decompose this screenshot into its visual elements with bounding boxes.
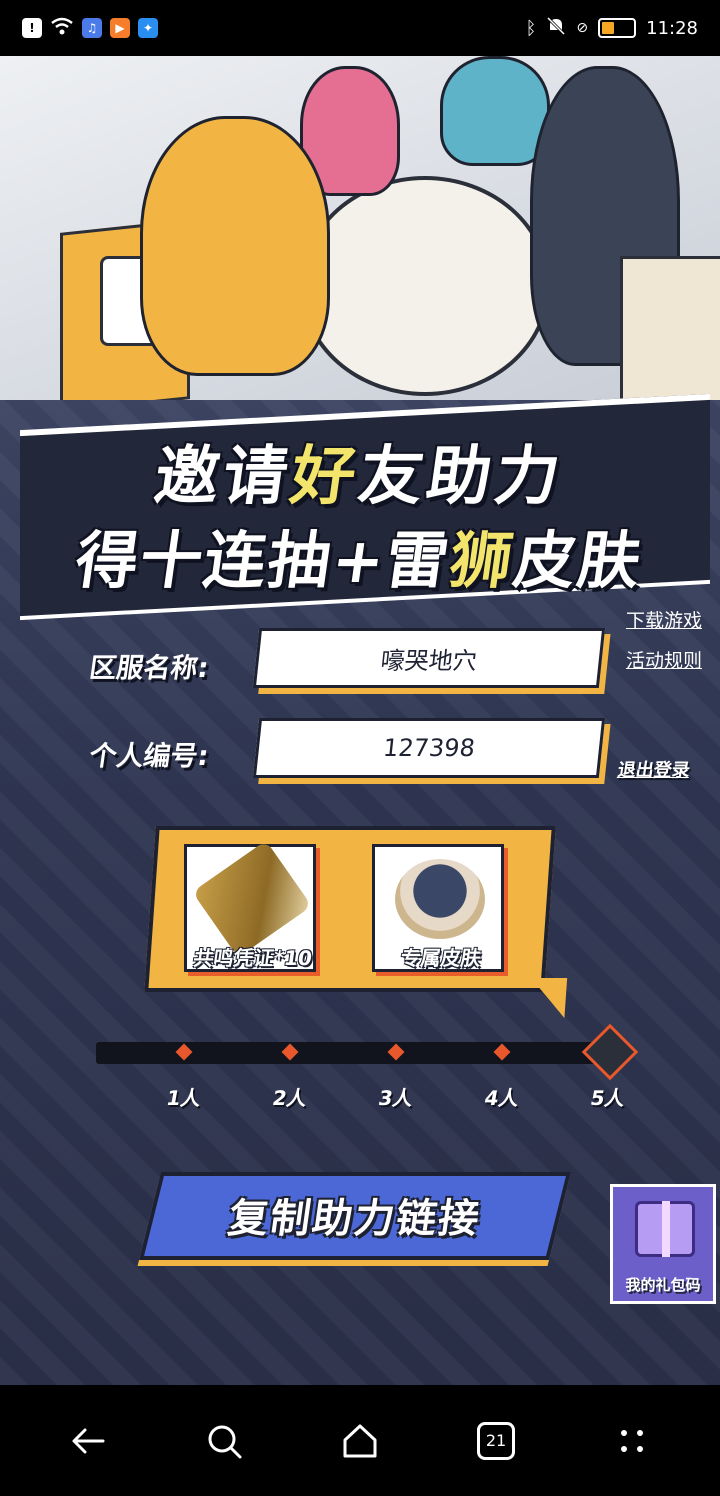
- server-field[interactable]: 嚎哭地穴: [252, 628, 606, 688]
- status-left: ! ♫ ▶ ✦: [22, 16, 158, 40]
- usb-token-icon: [192, 840, 312, 958]
- reward-item[interactable]: 共鸣凭证*10: [184, 840, 316, 972]
- battery-icon: [598, 18, 637, 38]
- status-right: ᛒ ⊘ 11:28: [526, 16, 698, 41]
- music-app-icon: ♫: [82, 18, 102, 38]
- tabs-icon: 21: [477, 1421, 515, 1460]
- personal-id-label: 个人编号:: [87, 741, 211, 772]
- status-time: 11:28: [646, 17, 698, 39]
- banner-line-1-highlight: 好: [285, 440, 365, 514]
- gift-code-button[interactable]: 我的礼包码: [610, 1184, 716, 1304]
- no-sim-icon: ⊘: [576, 20, 589, 36]
- server-label: 区服名称:: [87, 653, 211, 684]
- character-skin-icon: [395, 859, 485, 939]
- activity-rules-link[interactable]: 活动规则: [626, 646, 702, 673]
- reward-label: 共鸣凭证*10: [191, 946, 314, 970]
- tabs-button[interactable]: 21: [466, 1411, 526, 1471]
- copy-link-button-label[interactable]: 复制助力链接: [146, 1186, 564, 1244]
- banner-line-2-part-1: 得十连抽+雷: [71, 524, 456, 597]
- system-nav-bar: 21: [0, 1385, 720, 1496]
- bulb-app-icon: ✦: [138, 18, 158, 38]
- alert-icon: !: [22, 18, 42, 38]
- banner-line-1-part-1: 邀请: [149, 440, 297, 514]
- banner-line-2: 得十连抽+雷狮皮肤: [0, 510, 720, 600]
- video-app-icon: ▶: [110, 18, 130, 38]
- personal-id-value: 127398: [381, 734, 477, 762]
- banner-line-2-highlight: 狮: [445, 524, 520, 597]
- mute-icon: [546, 16, 566, 41]
- gift-box-icon: [635, 1201, 695, 1257]
- reward-item[interactable]: 专属皮肤: [372, 844, 504, 972]
- character-glasses: [440, 56, 550, 166]
- home-button[interactable]: [330, 1411, 390, 1471]
- round-table: [300, 176, 550, 396]
- back-icon: [72, 1428, 105, 1453]
- menu-icon: [621, 1429, 643, 1452]
- character-blonde: [140, 116, 330, 376]
- home-icon: [343, 1424, 377, 1457]
- gift-code-label: 我的礼包码: [625, 1276, 701, 1294]
- progress-step-label: 2人: [270, 1086, 309, 1110]
- progress-step-label: 4人: [482, 1086, 521, 1110]
- status-bar: ! ♫ ▶ ✦ ᛒ ⊘ 11:28: [0, 0, 720, 56]
- bluetooth-icon: ᛒ: [525, 17, 537, 39]
- cardboard-box-right: [620, 256, 720, 416]
- hero-illustration: [0, 56, 720, 426]
- back-button[interactable]: [58, 1411, 118, 1471]
- download-game-link[interactable]: 下载游戏: [626, 606, 702, 633]
- banner-line-2-part-2: 皮肤: [509, 524, 648, 597]
- progress-step-label: 3人: [376, 1086, 415, 1110]
- progress-track: [96, 1042, 604, 1064]
- menu-button[interactable]: [602, 1411, 662, 1471]
- progress-step-label: 1人: [164, 1086, 203, 1110]
- banner-line-1: 邀请好友助力: [0, 425, 720, 517]
- banner-line-1-part-2: 友助力: [353, 440, 569, 514]
- personal-id-field[interactable]: 127398: [252, 718, 606, 778]
- wifi-icon: [50, 16, 74, 40]
- reward-label: 专属皮肤: [399, 946, 483, 970]
- search-icon: [208, 1425, 242, 1458]
- progress-step-label: 5人: [588, 1086, 627, 1110]
- server-value: 嚎哭地穴: [379, 646, 479, 675]
- logout-link[interactable]: 退出登录: [616, 756, 692, 782]
- search-button[interactable]: [194, 1411, 254, 1471]
